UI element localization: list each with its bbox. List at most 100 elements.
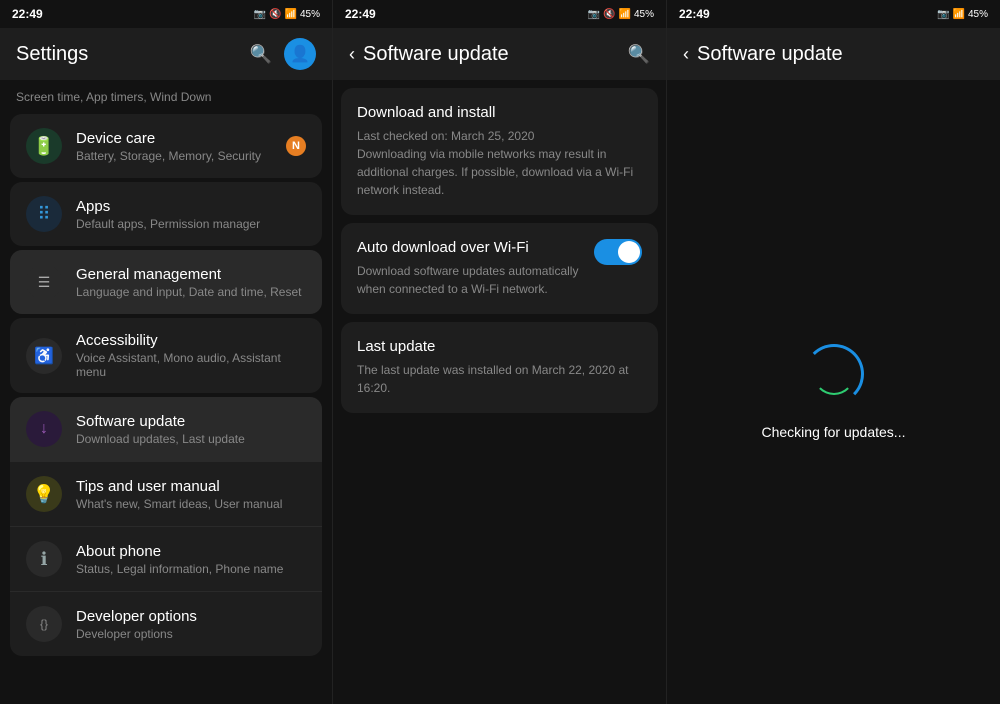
settings-item-general[interactable]: ☰ General management Language and input,… bbox=[10, 250, 322, 314]
search-icon-mid[interactable]: 🔍 bbox=[628, 44, 650, 65]
tips-text: Tips and user manual What's new, Smart i… bbox=[76, 478, 306, 511]
developer-subtitle: Developer options bbox=[76, 627, 306, 641]
device-care-icon: 🔋 bbox=[26, 128, 62, 164]
apps-subtitle: Default apps, Permission manager bbox=[76, 217, 306, 231]
spinner-arc-inner bbox=[813, 353, 855, 395]
general-icon: ☰ bbox=[26, 264, 62, 300]
mute-icon-mid: 🔇 bbox=[603, 9, 615, 20]
battery-mid: 45% bbox=[634, 9, 654, 20]
about-text: About phone Status, Legal information, P… bbox=[76, 543, 306, 576]
download-install-desc: Last checked on: March 25, 2020Downloadi… bbox=[357, 127, 642, 199]
settings-item-developer[interactable]: {} Developer options Developer options bbox=[10, 592, 322, 656]
software-update-icon: ↓ bbox=[26, 411, 62, 447]
software-update-header: ‹ Software update 🔍 bbox=[333, 28, 666, 80]
checking-container: Checking for updates... bbox=[667, 80, 1000, 704]
settings-group-misc: ↓ Software update Download updates, Last… bbox=[10, 397, 322, 656]
settings-item-software-update[interactable]: ↓ Software update Download updates, Last… bbox=[10, 397, 322, 462]
accessibility-text: Accessibility Voice Assistant, Mono audi… bbox=[76, 332, 306, 379]
software-update-panel: 22:49 📷 🔇 📶 45% ‹ Software update 🔍 Down… bbox=[333, 0, 667, 704]
auto-download-toggle[interactable] bbox=[594, 239, 642, 265]
battery-left: 45% bbox=[300, 9, 320, 20]
device-care-subtitle: Battery, Storage, Memory, Security bbox=[76, 149, 286, 163]
battery-right: 45% bbox=[968, 9, 988, 20]
software-update-title: Software update bbox=[76, 413, 306, 430]
checking-header-title: Software update bbox=[697, 43, 843, 66]
time-mid: 22:49 bbox=[345, 7, 376, 21]
last-update-title: Last update bbox=[357, 338, 642, 355]
tips-icon: 💡 bbox=[26, 476, 62, 512]
settings-group-accessibility: ♿ Accessibility Voice Assistant, Mono au… bbox=[10, 318, 322, 393]
signal-icon: 📶 bbox=[285, 9, 297, 20]
header-back-right: ‹ Software update bbox=[683, 43, 843, 66]
tips-title: Tips and user manual bbox=[76, 478, 306, 495]
settings-group-apps: ⠿ Apps Default apps, Permission manager bbox=[10, 182, 322, 246]
camera-icon-right: 📷 bbox=[937, 9, 949, 20]
settings-item-device-care[interactable]: 🔋 Device care Battery, Storage, Memory, … bbox=[10, 114, 322, 178]
auto-download-desc: Download software updates automatically … bbox=[357, 262, 582, 298]
general-subtitle: Language and input, Date and time, Reset bbox=[76, 285, 306, 299]
time-left: 22:49 bbox=[12, 7, 43, 21]
search-icon[interactable]: 🔍 bbox=[250, 44, 272, 65]
developer-icon: {} bbox=[26, 606, 62, 642]
camera-icon: 📷 bbox=[254, 9, 266, 20]
about-subtitle: Status, Legal information, Phone name bbox=[76, 562, 306, 576]
header-icons: 🔍 👤 bbox=[250, 38, 316, 70]
settings-list: Screen time, App timers, Wind Down 🔋 Dev… bbox=[0, 80, 332, 704]
settings-item-about[interactable]: ℹ About phone Status, Legal information,… bbox=[10, 527, 322, 592]
about-title: About phone bbox=[76, 543, 306, 560]
last-update-desc: The last update was installed on March 2… bbox=[357, 361, 642, 397]
download-install-card[interactable]: Download and install Last checked on: Ma… bbox=[341, 88, 658, 215]
camera-icon-mid: 📷 bbox=[588, 9, 600, 20]
checking-text: Checking for updates... bbox=[762, 424, 906, 440]
auto-download-row: Auto download over Wi-Fi Download softwa… bbox=[357, 239, 642, 298]
general-text: General management Language and input, D… bbox=[76, 266, 306, 299]
checking-panel: 22:49 📷 📶 45% ‹ Software update Checking… bbox=[667, 0, 1000, 704]
apps-icon: ⠿ bbox=[26, 196, 62, 232]
auto-download-text: Auto download over Wi-Fi Download softwa… bbox=[357, 239, 582, 298]
signal-icon-mid: 📶 bbox=[619, 9, 631, 20]
status-bar-left: 22:49 📷 🔇 📶 45% bbox=[0, 0, 332, 28]
section-subtitle: Screen time, App timers, Wind Down bbox=[0, 80, 332, 110]
avatar[interactable]: 👤 bbox=[284, 38, 316, 70]
settings-title: Settings bbox=[16, 43, 88, 66]
settings-item-tips[interactable]: 💡 Tips and user manual What's new, Smart… bbox=[10, 462, 322, 527]
auto-download-card: Auto download over Wi-Fi Download softwa… bbox=[341, 223, 658, 314]
apps-text: Apps Default apps, Permission manager bbox=[76, 198, 306, 231]
time-right: 22:49 bbox=[679, 7, 710, 21]
tips-subtitle: What's new, Smart ideas, User manual bbox=[76, 497, 306, 511]
back-arrow-right[interactable]: ‹ bbox=[683, 44, 689, 65]
download-install-title: Download and install bbox=[357, 104, 642, 121]
developer-title: Developer options bbox=[76, 608, 306, 625]
status-bar-mid: 22:49 📷 🔇 📶 45% bbox=[333, 0, 666, 28]
settings-item-apps[interactable]: ⠿ Apps Default apps, Permission manager bbox=[10, 182, 322, 246]
avatar-icon: 👤 bbox=[290, 44, 310, 64]
signal-icon-right: 📶 bbox=[953, 9, 965, 20]
accessibility-icon: ♿ bbox=[26, 338, 62, 374]
status-icons-right: 📷 📶 45% bbox=[937, 9, 988, 20]
settings-header: Settings 🔍 👤 bbox=[0, 28, 332, 80]
mute-icon: 🔇 bbox=[269, 9, 281, 20]
auto-download-title: Auto download over Wi-Fi bbox=[357, 239, 582, 256]
device-care-badge: N bbox=[286, 136, 306, 156]
last-update-card[interactable]: Last update The last update was installe… bbox=[341, 322, 658, 413]
apps-title: Apps bbox=[76, 198, 306, 215]
about-icon: ℹ bbox=[26, 541, 62, 577]
settings-item-accessibility[interactable]: ♿ Accessibility Voice Assistant, Mono au… bbox=[10, 318, 322, 393]
spinner bbox=[804, 344, 864, 404]
developer-text: Developer options Developer options bbox=[76, 608, 306, 641]
status-icons-left: 📷 🔇 📶 45% bbox=[254, 9, 320, 20]
device-care-text: Device care Battery, Storage, Memory, Se… bbox=[76, 130, 286, 163]
software-update-header-title: Software update bbox=[363, 43, 509, 66]
settings-group-device: 🔋 Device care Battery, Storage, Memory, … bbox=[10, 114, 322, 178]
status-bar-right: 22:49 📷 📶 45% bbox=[667, 0, 1000, 28]
accessibility-subtitle: Voice Assistant, Mono audio, Assistant m… bbox=[76, 351, 306, 379]
update-list: Download and install Last checked on: Ma… bbox=[333, 80, 666, 704]
settings-group-general: ☰ General management Language and input,… bbox=[10, 250, 322, 314]
checking-header: ‹ Software update bbox=[667, 28, 1000, 80]
general-title: General management bbox=[76, 266, 306, 283]
software-update-text: Software update Download updates, Last u… bbox=[76, 413, 306, 446]
back-arrow-mid[interactable]: ‹ bbox=[349, 44, 355, 65]
device-care-title: Device care bbox=[76, 130, 286, 147]
software-update-subtitle: Download updates, Last update bbox=[76, 432, 306, 446]
status-icons-mid: 📷 🔇 📶 45% bbox=[588, 9, 654, 20]
